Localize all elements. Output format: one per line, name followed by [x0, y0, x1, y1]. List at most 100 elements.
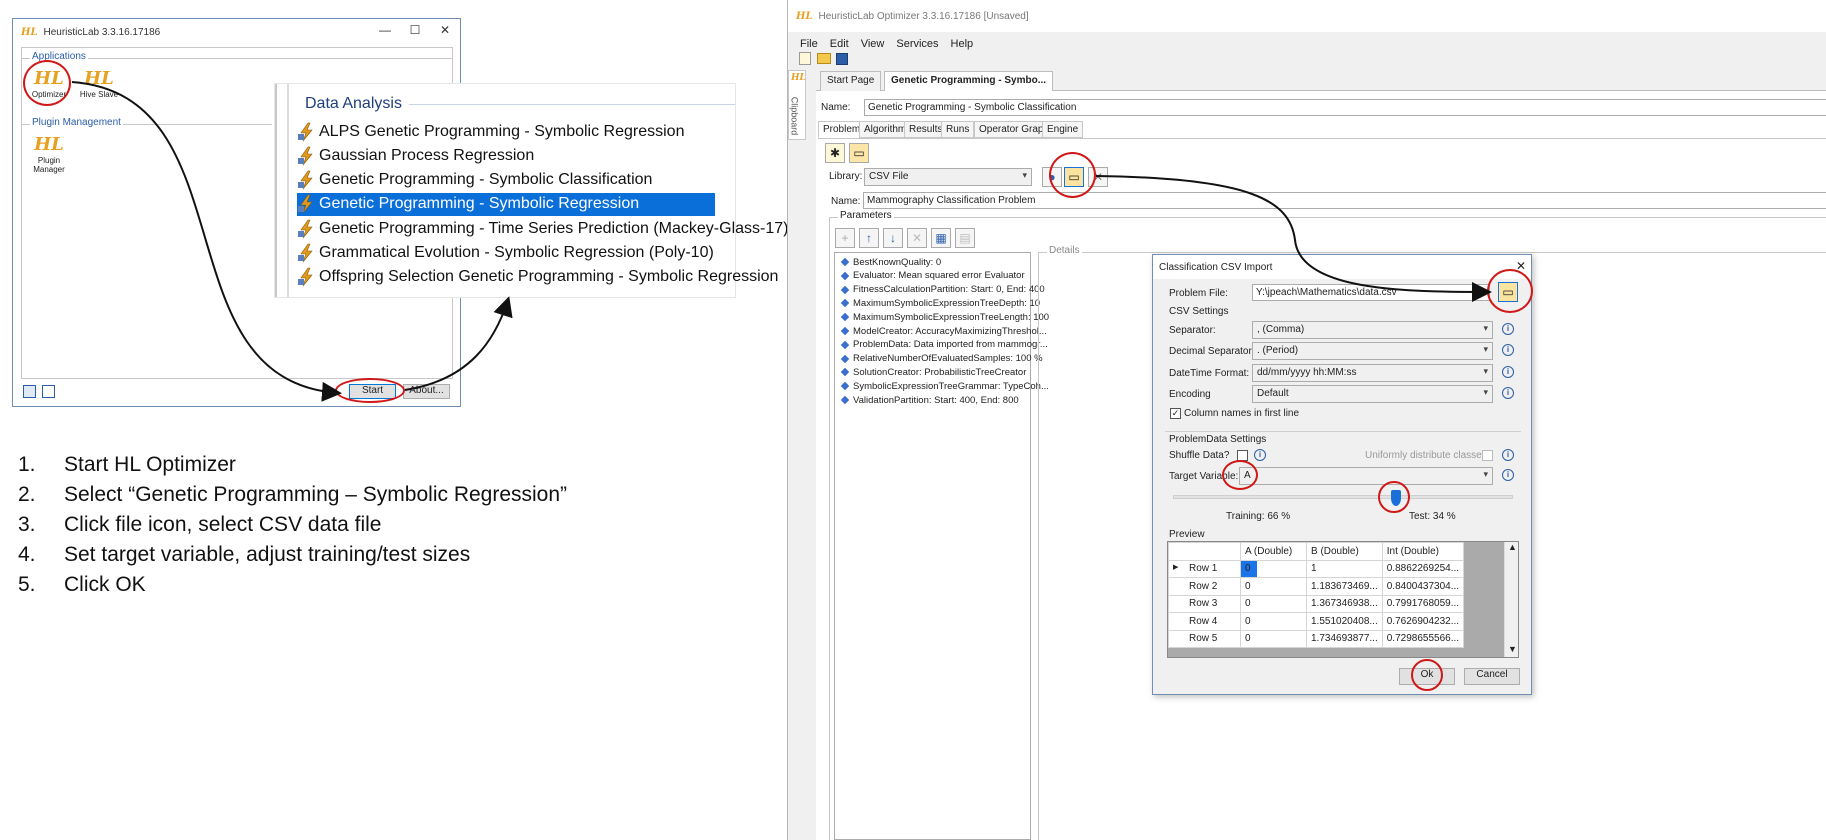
preview-column-header[interactable]: A (Double) — [1240, 542, 1307, 561]
cancel-button[interactable]: Cancel — [1464, 668, 1520, 685]
column-names-checkbox[interactable]: ✓ — [1170, 408, 1181, 419]
properties-icon[interactable]: ▤ — [955, 228, 975, 248]
sort-ascending-icon[interactable]: ↑ — [859, 228, 879, 248]
preview-cell[interactable]: 0.8400437304... — [1381, 577, 1465, 596]
parameter-item[interactable]: RelativeNumberOfEvaluatedSamples: 100 % — [840, 352, 1043, 366]
subtab-engine[interactable]: Engine — [1042, 121, 1084, 138]
tab-start-page[interactable]: Start Page — [820, 71, 882, 91]
preview-cell[interactable]: 0.7991768059... — [1381, 594, 1465, 613]
preview-row[interactable]: ▶ Row 1 0 1 0.8862269254... — [1168, 559, 1465, 578]
sort-descending-icon[interactable]: ↓ — [883, 228, 903, 248]
tab-genetic-programming[interactable]: Genetic Programming - Symbo... — [884, 71, 1054, 91]
parameter-item[interactable]: SolutionCreator: ProbabilisticTreeCreato… — [840, 365, 1026, 379]
data-analysis-item[interactable]: Genetic Programming - Time Series Predic… — [297, 217, 788, 240]
parameter-item[interactable]: ProblemData: Data imported from mammogr.… — [840, 338, 1048, 352]
data-analysis-item[interactable]: Genetic Programming - Symbolic Regressio… — [297, 192, 715, 216]
scroll-up-icon[interactable]: ▲ — [1508, 542, 1517, 552]
uniform-info-icon[interactable]: i — [1502, 449, 1514, 461]
details-view-icon[interactable] — [42, 385, 55, 398]
training-test-slider-track[interactable] — [1173, 495, 1513, 499]
shuffle-info-icon[interactable]: i — [1254, 449, 1266, 461]
preview-row[interactable]: Row 5 0 1.734693877... 0.7298655566... — [1168, 629, 1465, 648]
csv-dialog-close-button[interactable]: ✕ — [1516, 259, 1526, 273]
separator-combo[interactable]: , (Comma) ▾ — [1252, 321, 1493, 339]
ok-button[interactable]: Ok — [1399, 668, 1455, 685]
browse-file-icon[interactable]: ▭ — [1498, 282, 1518, 302]
decimal-info-icon[interactable]: i — [1502, 344, 1514, 356]
refresh-library-icon[interactable]: ● — [1042, 167, 1062, 187]
encoding-info-icon[interactable]: i — [1502, 387, 1514, 399]
name-field[interactable]: Genetic Programming - Symbolic Classific… — [864, 99, 1826, 116]
problem-file-field[interactable]: Y:\jpeach\Mathematics\data.csv — [1252, 284, 1490, 301]
app-hive-slave[interactable]: HL Hive Slave — [74, 68, 124, 99]
preview-cell[interactable]: 1 — [1306, 559, 1383, 578]
open-problem-icon[interactable]: ▭ — [849, 143, 869, 163]
preview-row[interactable]: Row 4 0 1.551020408... 0.7626904232... — [1168, 612, 1465, 631]
parameter-item[interactable]: SymbolicExpressionTreeGrammar: TypeCoh..… — [840, 379, 1049, 393]
add-parameter-icon[interactable]: + — [835, 228, 855, 248]
data-analysis-item[interactable]: Gaussian Process Regression — [297, 144, 534, 167]
start-button[interactable]: Start — [349, 384, 396, 399]
datetime-format-combo[interactable]: dd/mm/yyyy hh:MM:ss ▾ — [1252, 364, 1493, 382]
preview-cell[interactable]: 0.7298655566... — [1381, 629, 1465, 648]
preview-cell[interactable]: 0 — [1240, 594, 1307, 613]
encoding-combo[interactable]: Default ▾ — [1252, 385, 1493, 403]
show-hidden-icon[interactable]: ▦ — [931, 228, 951, 248]
preview-cell[interactable]: 1.367346938... — [1306, 594, 1383, 613]
preview-cell[interactable]: 0 — [1240, 629, 1307, 648]
parameter-item[interactable]: Evaluator: Mean squared error Evaluator — [840, 269, 1025, 283]
parameter-item[interactable]: MaximumSymbolicExpressionTreeLength: 100 — [840, 310, 1049, 324]
menu-services[interactable]: Services — [896, 38, 938, 50]
preview-row[interactable]: Row 3 0 1.367346938... 0.7991768059... — [1168, 594, 1465, 613]
preview-cell[interactable]: 0.7626904232... — [1381, 612, 1465, 631]
data-analysis-item[interactable]: Grammatical Evolution - Symbolic Regress… — [297, 242, 714, 265]
subtab-runs[interactable]: Runs — [941, 121, 975, 138]
import-file-icon[interactable]: ▭ — [1064, 167, 1084, 187]
parameter-item[interactable]: BestKnownQuality: 0 — [840, 255, 941, 269]
parameter-item[interactable]: ValidationPartition: Start: 400, End: 80… — [840, 393, 1019, 407]
preview-cell[interactable]: 0 — [1240, 577, 1307, 596]
large-icons-view-icon[interactable] — [23, 385, 36, 398]
preview-cell[interactable]: 1.551020408... — [1306, 612, 1383, 631]
problem-name-field[interactable]: Mammography Classification Problem — [863, 192, 1826, 209]
library-combo[interactable]: CSV File ▾ — [864, 168, 1032, 186]
data-analysis-item[interactable]: ALPS Genetic Programming - Symbolic Regr… — [297, 120, 684, 143]
minimize-button[interactable]: — — [375, 23, 395, 41]
decimal-separator-combo[interactable]: . (Period) ▾ — [1252, 342, 1493, 360]
preview-column-header[interactable]: B (Double) — [1306, 542, 1383, 561]
preview-cell[interactable]: 1.183673469... — [1306, 577, 1383, 596]
preview-row[interactable]: Row 2 0 1.183673469... 0.8400437304... — [1168, 577, 1465, 596]
about-button[interactable]: About... — [403, 384, 450, 399]
save-icon[interactable] — [836, 53, 848, 65]
datetime-info-icon[interactable]: i — [1502, 366, 1514, 378]
clear-icon[interactable]: ✕ — [1088, 167, 1108, 187]
clipboard-side-tab[interactable]: HL Clipboard — [788, 70, 806, 140]
separator-info-icon[interactable]: i — [1502, 323, 1514, 335]
close-button[interactable]: ✕ — [435, 23, 455, 41]
parameter-item[interactable]: ModelCreator: AccuracyMaximizingThreshol… — [840, 324, 1047, 338]
menu-edit[interactable]: Edit — [830, 38, 849, 50]
app-optimizer[interactable]: HL Optimizer — [24, 68, 74, 99]
preview-cell[interactable]: 1.734693877... — [1306, 629, 1383, 648]
target-variable-combo[interactable]: A ▾ — [1239, 467, 1493, 485]
parameter-item[interactable]: MaximumSymbolicExpressionTreeDepth: 10 — [840, 296, 1040, 310]
maximize-button[interactable]: ☐ — [405, 23, 425, 41]
preview-scrollbar[interactable]: ▲ ▼ — [1504, 542, 1518, 657]
menu-file[interactable]: File — [800, 38, 818, 50]
training-test-slider-thumb[interactable] — [1390, 490, 1401, 506]
new-icon[interactable] — [799, 52, 811, 65]
target-info-icon[interactable]: i — [1502, 469, 1514, 481]
preview-column-header[interactable]: Int (Double) — [1381, 542, 1465, 561]
uniformly-distribute-checkbox[interactable] — [1482, 450, 1493, 461]
new-problem-icon[interactable]: ✱ — [825, 143, 845, 163]
open-icon[interactable] — [817, 53, 831, 64]
app-plugin-manager[interactable]: HL Plugin Manager — [24, 134, 74, 174]
parameter-item[interactable]: FitnessCalculationPartition: Start: 0, E… — [840, 283, 1045, 297]
data-analysis-item[interactable]: Offspring Selection Genetic Programming … — [297, 266, 778, 289]
preview-cell[interactable]: 0 — [1240, 612, 1307, 631]
remove-parameter-icon[interactable]: ✕ — [907, 228, 927, 248]
preview-cell[interactable]: 0.8862269254... — [1381, 559, 1465, 578]
data-analysis-item[interactable]: Genetic Programming - Symbolic Classific… — [297, 169, 652, 192]
menu-help[interactable]: Help — [951, 38, 974, 50]
scroll-down-icon[interactable]: ▼ — [1508, 644, 1517, 654]
